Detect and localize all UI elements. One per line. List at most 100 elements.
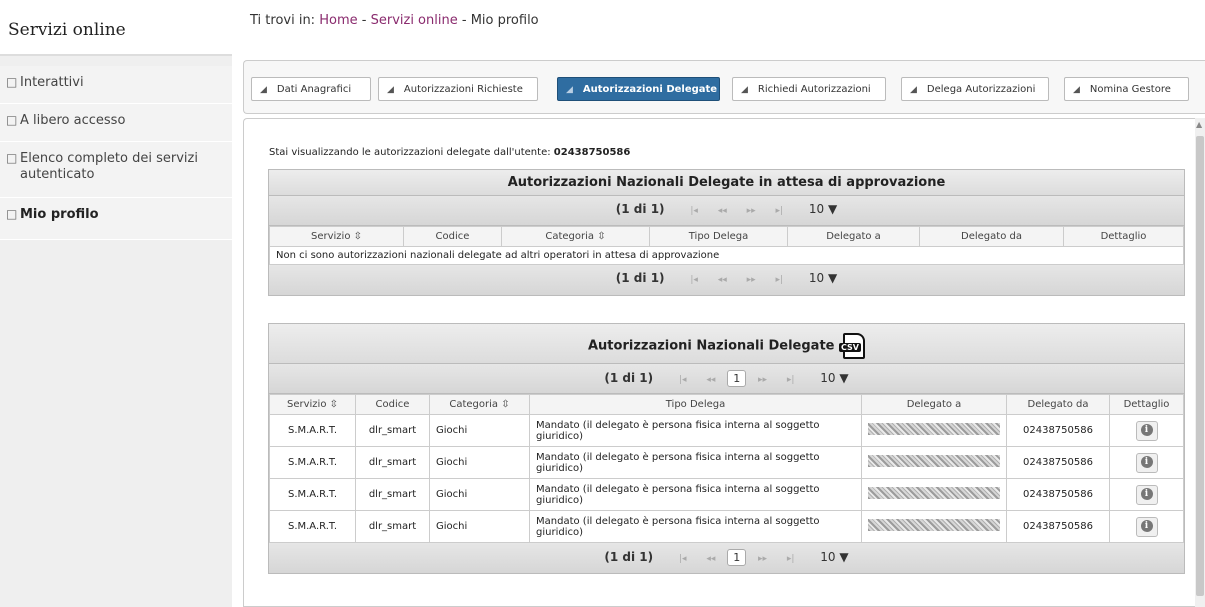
col-categoria[interactable]: Categoria ⇳ xyxy=(501,226,650,247)
cell-delegato-a xyxy=(861,510,1007,543)
next-page-icon[interactable]: ▸▸ xyxy=(747,275,756,285)
sidebar-item-label: Mio profilo xyxy=(20,207,99,222)
cell-delegato-da: 02438750586 xyxy=(1006,414,1110,447)
pending-delegations-panel: Autorizzazioni Nazionali Delegate in att… xyxy=(268,169,1185,296)
col-servizio[interactable]: Servizio ⇳ xyxy=(269,394,356,415)
rows-per-page-select[interactable]: 10 ▼ xyxy=(820,371,848,385)
last-page-icon[interactable]: ▸| xyxy=(787,554,795,564)
cell-delegato-da: 02438750586 xyxy=(1006,478,1110,511)
breadcrumb-servizi-link[interactable]: Servizi online xyxy=(371,13,458,28)
next-page-icon[interactable]: ▸▸ xyxy=(758,554,767,564)
pending-table: Servizio ⇳ Codice Categoria ⇳ Tipo Deleg… xyxy=(269,226,1184,265)
last-page-icon[interactable]: ▸| xyxy=(776,275,784,285)
col-dettaglio: Dettaglio xyxy=(1109,394,1184,415)
tab-label: Autorizzazioni Richieste xyxy=(403,84,523,95)
pager-count: (1 di 1) xyxy=(604,371,654,385)
rows-per-page-select[interactable]: 10 ▼ xyxy=(809,202,837,216)
redacted-value xyxy=(868,487,1000,499)
last-page-icon[interactable]: ▸| xyxy=(787,375,795,385)
breadcrumb-separator: - xyxy=(461,13,467,28)
cell-codice: dlr_smart xyxy=(355,414,430,447)
checkbox-outline-icon: □ xyxy=(6,75,18,89)
content-panel: Stai visualizzando le autorizzazioni del… xyxy=(243,118,1205,607)
cell-tipo-delega: Mandato (il delegato è persona fisica in… xyxy=(529,446,862,479)
col-servizio[interactable]: Servizio ⇳ xyxy=(269,226,404,247)
prev-page-icon[interactable]: ◂◂ xyxy=(706,375,715,385)
cell-dettaglio: i xyxy=(1109,414,1184,447)
scroll-up-arrow-icon[interactable]: ▲ xyxy=(1196,120,1202,129)
cell-delegato-da: 02438750586 xyxy=(1006,446,1110,479)
checkbox-outline-icon: □ xyxy=(6,151,18,165)
prev-page-icon[interactable]: ◂◂ xyxy=(718,206,727,216)
scrollbar-thumb[interactable] xyxy=(1196,136,1204,596)
tab-label: Delega Autorizzazioni xyxy=(926,84,1036,95)
delegated-bottom-paginator: (1 di 1) |◂ ◂◂ 1 ▸▸ ▸| 10 ▼ xyxy=(269,543,1184,573)
sidebar-item-mio-profilo[interactable]: □ Mio profilo xyxy=(0,198,232,240)
sidebar-item-interattivi[interactable]: □ Interattivi xyxy=(0,66,232,104)
detail-button[interactable]: i xyxy=(1135,484,1158,505)
col-tipo-delega: Tipo Delega xyxy=(529,394,862,415)
table-row: S.M.A.R.T. dlr_smart Giochi Mandato (il … xyxy=(269,446,1184,479)
info-icon: i xyxy=(1140,519,1153,532)
col-delegato-da: Delegato da xyxy=(1006,394,1110,415)
breadcrumb-home-link[interactable]: Home xyxy=(319,13,357,28)
first-page-icon[interactable]: |◂ xyxy=(679,554,687,564)
detail-button[interactable]: i xyxy=(1135,516,1158,537)
tab-delega-autorizzazioni[interactable]: ◢ Delega Autorizzazioni xyxy=(901,77,1049,101)
pending-panel-title: Autorizzazioni Nazionali Delegate in att… xyxy=(269,170,1184,196)
cell-categoria: Giochi xyxy=(429,478,530,511)
rows-per-page-select[interactable]: 10 ▼ xyxy=(820,550,848,564)
cell-codice: dlr_smart xyxy=(355,510,430,543)
info-icon: i xyxy=(1140,455,1153,468)
sidebar-item-libero-accesso[interactable]: □ A libero accesso xyxy=(0,104,232,142)
rows-per-page-select[interactable]: 10 ▼ xyxy=(809,271,837,285)
redacted-value xyxy=(868,455,1000,467)
pager-count: (1 di 1) xyxy=(615,202,665,216)
page-number-button[interactable]: 1 xyxy=(727,370,747,387)
empty-message: Non ci sono autorizzazioni nazionali del… xyxy=(269,246,1184,265)
cell-codice: dlr_smart xyxy=(355,478,430,511)
tab-marker-icon: ◢ xyxy=(387,85,394,95)
csv-export-icon[interactable]: CSV xyxy=(839,333,866,359)
intro-text: Stai visualizzando le autorizzazioni del… xyxy=(269,147,630,158)
tab-marker-icon: ◢ xyxy=(910,85,917,95)
sidebar-item-label: Interattivi xyxy=(20,75,84,90)
tab-autorizzazioni-delegate[interactable]: ◢ Autorizzazioni Delegate xyxy=(557,77,720,101)
tab-marker-icon: ◢ xyxy=(741,85,748,95)
cell-servizio: S.M.A.R.T. xyxy=(269,478,356,511)
next-page-icon[interactable]: ▸▸ xyxy=(747,206,756,216)
first-page-icon[interactable]: |◂ xyxy=(679,375,687,385)
tab-richiedi-autorizzazioni[interactable]: ◢ Richiedi Autorizzazioni xyxy=(732,77,886,101)
delegated-panel-title: Autorizzazioni Nazionali Delegate xyxy=(587,338,835,354)
next-page-icon[interactable]: ▸▸ xyxy=(758,375,767,385)
delegated-top-paginator: (1 di 1) |◂ ◂◂ 1 ▸▸ ▸| 10 ▼ xyxy=(269,364,1184,394)
tab-marker-icon: ◢ xyxy=(566,85,573,95)
first-page-icon[interactable]: |◂ xyxy=(690,275,698,285)
tab-dati-anagrafici[interactable]: ◢ Dati Anagrafici xyxy=(251,77,371,101)
info-icon: i xyxy=(1140,423,1153,436)
info-icon: i xyxy=(1140,487,1153,500)
page-number-button[interactable]: 1 xyxy=(727,549,747,566)
cell-dettaglio: i xyxy=(1109,446,1184,479)
sidebar-item-elenco-completo[interactable]: □ Elenco completo dei servizi autenticato xyxy=(0,142,232,198)
sidebar-item-label: Elenco completo dei servizi autenticato xyxy=(20,151,198,182)
delegated-table: Servizio ⇳ Codice Categoria ⇳ Tipo Deleg… xyxy=(269,394,1184,543)
col-dettaglio: Dettaglio xyxy=(1063,226,1184,247)
cell-servizio: S.M.A.R.T. xyxy=(269,414,356,447)
last-page-icon[interactable]: ▸| xyxy=(776,206,784,216)
cell-dettaglio: i xyxy=(1109,510,1184,543)
detail-button[interactable]: i xyxy=(1135,452,1158,473)
tab-label: Dati Anagrafici xyxy=(276,84,352,95)
tab-autorizzazioni-richieste[interactable]: ◢ Autorizzazioni Richieste xyxy=(378,77,538,101)
pager-count: (1 di 1) xyxy=(604,550,654,564)
first-page-icon[interactable]: |◂ xyxy=(690,206,698,216)
detail-button[interactable]: i xyxy=(1135,420,1158,441)
cell-categoria: Giochi xyxy=(429,446,530,479)
table-row: S.M.A.R.T. dlr_smart Giochi Mandato (il … xyxy=(269,478,1184,511)
tab-nomina-gestore[interactable]: ◢ Nomina Gestore xyxy=(1064,77,1189,101)
vertical-scrollbar[interactable]: ▲ xyxy=(1195,118,1205,607)
col-categoria[interactable]: Categoria ⇳ xyxy=(429,394,530,415)
prev-page-icon[interactable]: ◂◂ xyxy=(706,554,715,564)
prev-page-icon[interactable]: ◂◂ xyxy=(718,275,727,285)
tab-label: Autorizzazioni Delegate xyxy=(582,84,718,95)
